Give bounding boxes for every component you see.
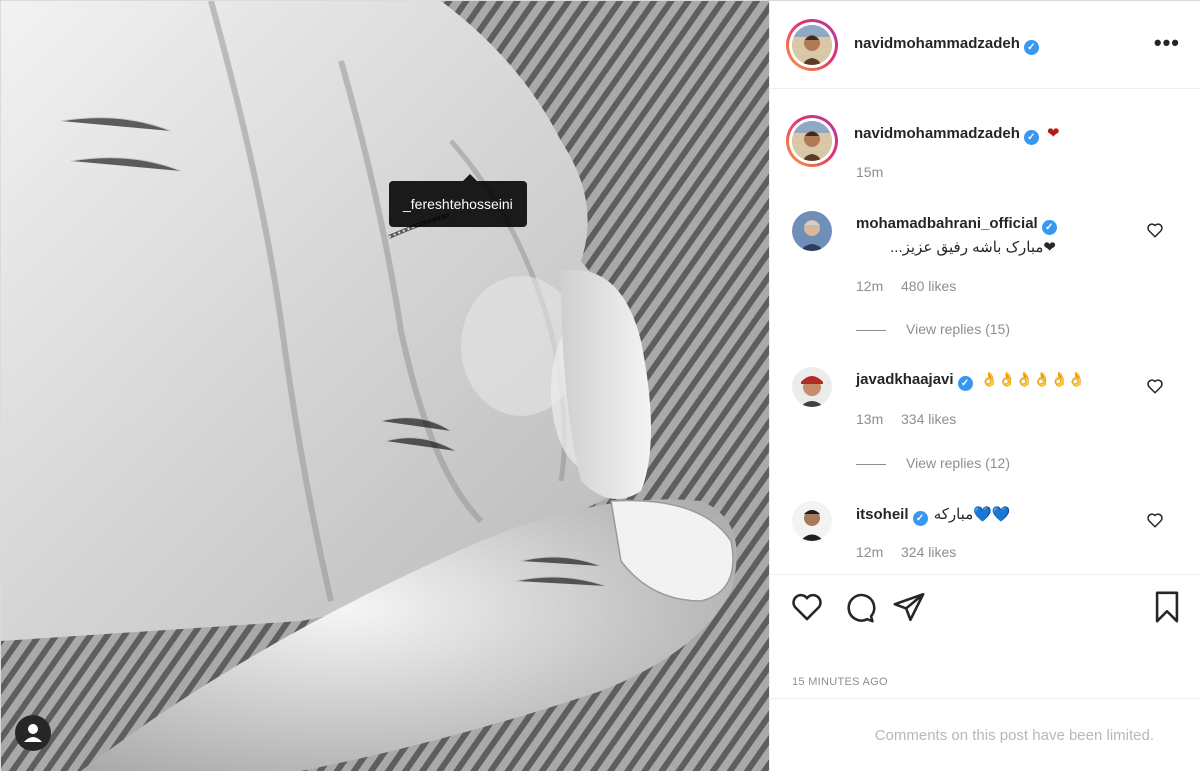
verified-badge-icon: ✓ (957, 376, 973, 391)
verified-badge-icon: ✓ (1041, 220, 1057, 235)
post-photo[interactable]: _fereshtehosseini (1, 1, 769, 771)
commenter-avatar[interactable] (792, 367, 832, 407)
post-action-bar: 15 MINUTES AGO (770, 574, 1200, 696)
author-username[interactable]: navidmohammadzadeh ✓ (854, 35, 1039, 55)
comment-likes[interactable]: 480 likes (901, 278, 956, 294)
comment-username[interactable]: mohamadbahrani_official ✓ (856, 215, 1057, 235)
post-side-panel: navidmohammadzadeh ✓ ••• navidmohammadza… (769, 1, 1200, 771)
comment-text: مبارکه💙💙 (933, 506, 1011, 523)
commenter-avatar[interactable] (792, 211, 832, 251)
comments-list[interactable]: navidmohammadzadeh ✓ ❤ 15m mohamadbahrani… (770, 89, 1200, 574)
author-avatar[interactable] (786, 19, 838, 71)
more-options-icon[interactable]: ••• (1154, 31, 1180, 55)
commenter-avatar[interactable] (792, 501, 832, 541)
comment-like-heart-icon[interactable] (1146, 511, 1164, 529)
comment-like-heart-icon[interactable] (1146, 221, 1164, 239)
caption-username[interactable]: navidmohammadzadeh ✓ ❤ (854, 124, 1060, 145)
comment-time[interactable]: 13m (856, 411, 883, 427)
caption-text: ❤ (1047, 125, 1060, 142)
comment-bubble-icon[interactable] (842, 590, 876, 624)
comment-text: 👌👌👌👌👌👌 (980, 371, 1086, 387)
heart-outline-icon[interactable] (790, 590, 824, 624)
comment-likes[interactable]: 334 likes (901, 411, 956, 427)
comment-time[interactable]: 12m (856, 544, 883, 560)
comment-username[interactable]: javadkhaajavi ✓ 👌👌👌👌👌👌 (856, 371, 1085, 391)
hands-photo-image (1, 1, 769, 771)
post-header: navidmohammadzadeh ✓ ••• (770, 1, 1200, 89)
verified-badge-icon: ✓ (912, 511, 928, 526)
paper-plane-icon[interactable] (892, 590, 926, 624)
replies-divider (856, 463, 886, 465)
comment-time[interactable]: 12m (856, 278, 883, 294)
caption-time[interactable]: 15m (856, 164, 883, 180)
photo-tag-label[interactable]: _fereshtehosseini (389, 174, 527, 227)
instagram-post-window: _fereshtehosseini navidmohammadzadeh ✓ •… (0, 0, 1200, 771)
view-replies-button[interactable]: View replies (12) (856, 455, 1010, 471)
verified-badge-icon: ✓ (1023, 40, 1039, 55)
comment-like-heart-icon[interactable] (1146, 377, 1164, 395)
caption-avatar[interactable] (786, 115, 838, 167)
post-timestamp[interactable]: 15 MINUTES AGO (792, 676, 888, 688)
verified-badge-icon: ✓ (1023, 130, 1039, 145)
comment-likes[interactable]: 324 likes (901, 544, 956, 560)
replies-divider (856, 329, 886, 331)
bookmark-icon[interactable] (1150, 590, 1184, 624)
comments-limited-notice: Comments on this post have been limited. (770, 698, 1200, 771)
view-replies-button[interactable]: View replies (15) (856, 321, 1010, 337)
comment-username[interactable]: itsoheil ✓ مبارکه💙💙 (856, 505, 1011, 526)
user-silhouette-icon[interactable] (15, 715, 51, 751)
comment-text: ❤مبارک باشه رفیق عزیز... (890, 239, 1056, 256)
